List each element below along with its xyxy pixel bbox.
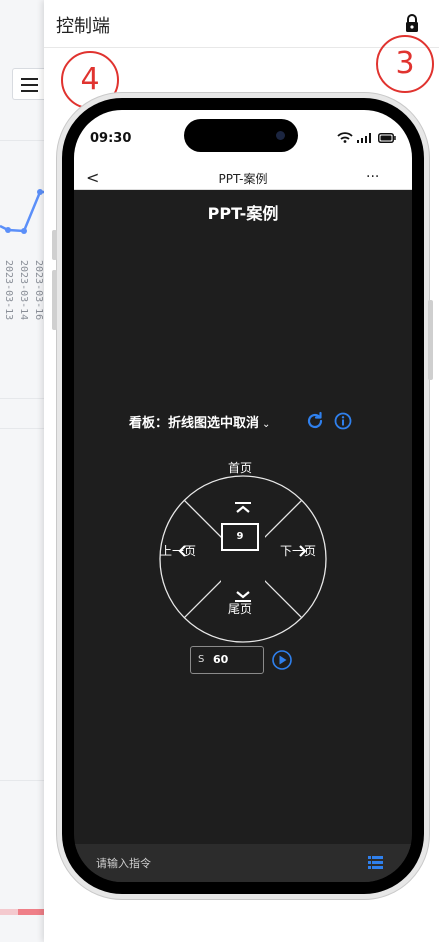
background-dashboard: 2023-03-13 2023-03-14 2023-03-16 [0,0,44,942]
axis-tick-label: 2023-03-13 [3,260,14,321]
annotation-marker-3: 3 [376,35,434,93]
more-button[interactable]: ··· [366,168,379,186]
command-bar: 请输入指令 [74,844,412,882]
axis-tick-label: 2023-03-16 [33,260,44,321]
seconds-prefix: S [198,654,205,665]
divider [0,428,44,429]
battery-icon [378,133,396,143]
volume-button [52,270,57,330]
divider [0,780,44,781]
dynamic-island [184,119,298,152]
wifi-icon [337,132,353,143]
divider [0,398,44,399]
progress-bar-fill [18,909,44,915]
current-page-indicator: 9 [221,523,259,551]
next-page-button[interactable]: 下一页 [280,542,316,559]
panel-title: 控制端 [56,16,110,37]
interval-seconds-input[interactable]: S 60 [190,646,264,674]
board-label: 看板： [129,416,169,431]
signal-icon [357,133,371,143]
board-selector[interactable]: 看板：折线图选中取消 ⌄ [129,412,270,432]
previous-page-button[interactable]: 上一页 [160,542,196,559]
list-icon[interactable] [368,856,383,869]
first-page-button[interactable]: 首页 [228,459,252,476]
seconds-value[interactable]: 60 [213,653,228,666]
status-bar: 09:30 [74,110,412,168]
page-navigation-wheel [159,475,327,643]
info-icon[interactable] [333,411,353,431]
play-icon[interactable] [272,650,292,670]
divider [0,140,44,141]
power-button [428,300,433,380]
nav-title: PPT-案例 [218,172,268,186]
app-title: PPT-案例 [207,204,279,223]
volume-button [52,230,57,260]
refresh-icon[interactable] [305,411,325,431]
command-input[interactable]: 请输入指令 [96,855,151,871]
lock-icon[interactable] [404,14,420,32]
phone-screen: 09:30 < PPT-案例 ··· PPT-案例 看板：折线图选中取消 ⌄ 首… [74,110,412,882]
nav-bar: < PPT-案例 ··· [74,168,412,190]
axis-tick-label: 2023-03-14 [18,260,29,321]
panel-header: 控制端 [44,0,439,48]
status-time: 09:30 [90,131,132,146]
last-page-button[interactable]: 尾页 [228,600,252,617]
line-chart-fragment [0,189,44,234]
first-page-icon[interactable] [235,502,251,513]
board-value[interactable]: 折线图选中取消 [168,416,259,431]
chevron-down-icon[interactable]: ⌄ [262,419,270,430]
menu-button[interactable] [12,68,44,100]
